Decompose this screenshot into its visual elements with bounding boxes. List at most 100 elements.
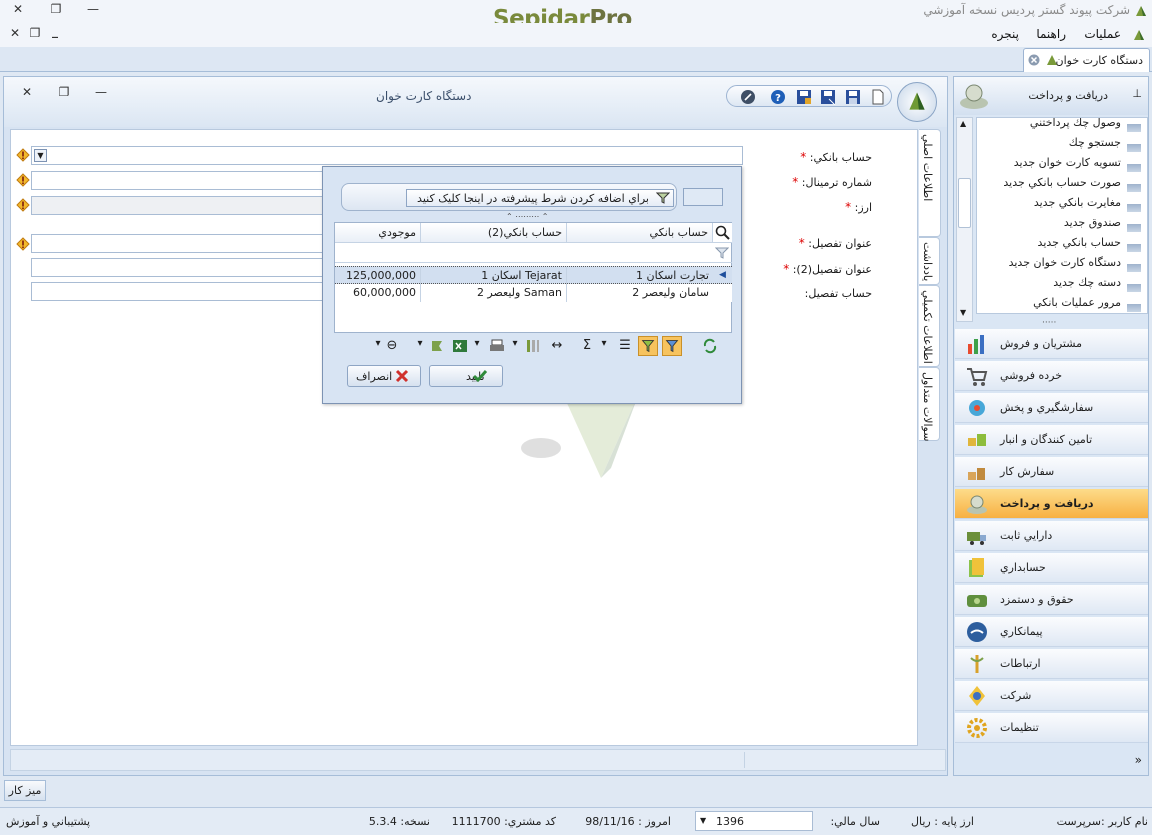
menu-window[interactable]: پنجره bbox=[991, 27, 1019, 41]
nav-sub-item[interactable]: دسته چك جديد bbox=[1053, 276, 1121, 289]
filter-value-box[interactable] bbox=[683, 188, 723, 206]
save-icon[interactable] bbox=[845, 89, 861, 105]
form-restore-button[interactable]: ❐ bbox=[53, 85, 75, 103]
auto-filter-icon[interactable] bbox=[662, 336, 682, 356]
sum-icon[interactable]: Σ bbox=[579, 338, 595, 354]
tab-card-reader[interactable]: دستگاه کارت خوان bbox=[1023, 48, 1150, 72]
clear-icon[interactable]: ⊖ bbox=[384, 338, 400, 354]
svg-text:?: ? bbox=[775, 93, 781, 104]
cancel-button[interactable]: انصراف bbox=[347, 365, 421, 387]
bookmark-icon[interactable] bbox=[429, 338, 445, 354]
menu-help[interactable]: راهنما bbox=[1036, 27, 1066, 41]
status-customer-code: کد مشتري: 1111700 bbox=[451, 815, 556, 828]
advanced-filter-button[interactable]: براي اضافه کردن شرط پيشرفته در اينجا کلي… bbox=[406, 189, 674, 207]
more-options-icon[interactable]: ▾ bbox=[412, 338, 428, 354]
payments-module-icon bbox=[960, 84, 988, 109]
nav-module-payments[interactable]: دريافت و پرداخت bbox=[955, 489, 1148, 519]
column-header-bank-account[interactable]: حساب بانکي bbox=[567, 223, 713, 243]
nav-module-contracting[interactable]: پيمانکاري bbox=[955, 617, 1148, 647]
nav-sub-item[interactable]: مرور عمليات بانكي bbox=[1033, 296, 1121, 309]
desktop-tab[interactable]: ميز کار bbox=[4, 780, 46, 801]
group-by-icon[interactable]: ☰ bbox=[617, 338, 633, 354]
splitter-handle[interactable]: ⌃ ⋯⋯⋯ ⌃ bbox=[506, 212, 549, 221]
nav-sub-item[interactable]: صندوق جديد bbox=[1064, 216, 1121, 229]
terminal-no-field[interactable] bbox=[31, 171, 331, 190]
dropdown-arrow-icon[interactable]: ▼ bbox=[34, 149, 47, 162]
gear-icon bbox=[967, 718, 987, 738]
scroll-thumb[interactable] bbox=[958, 178, 971, 228]
nav-sub-item[interactable]: دستگاه کارت خوان جديد bbox=[1009, 256, 1121, 269]
nav-module-work-order[interactable]: سفارش کار bbox=[955, 457, 1148, 487]
tab-extra-info[interactable]: اطلاعات تکميلي bbox=[919, 285, 940, 367]
table-row[interactable]: 125,000,000 Tejarat اسکان 1 تجارت اسکان … bbox=[335, 266, 732, 285]
nav-module-accounting[interactable]: حسابداري bbox=[955, 553, 1148, 583]
nav-module-payroll[interactable]: حقوق و دستمزد bbox=[955, 585, 1148, 615]
app-close-button[interactable]: ✕ bbox=[7, 2, 29, 20]
app-minimize-button[interactable]: — bbox=[82, 2, 104, 20]
grid-search-button[interactable] bbox=[713, 223, 732, 243]
column-chooser-icon[interactable] bbox=[525, 338, 541, 354]
filter-toggle-icon[interactable] bbox=[638, 336, 658, 356]
table-row[interactable]: 60,000,000 Saman وليعصر 2 سامان وليعصر 2 bbox=[335, 284, 732, 302]
nav-splitter[interactable]: ····· bbox=[1042, 318, 1056, 328]
detail-title2-field[interactable] bbox=[31, 258, 331, 277]
help-icon[interactable]: ? bbox=[770, 89, 786, 105]
status-base-currency: ارز پايه : ريال bbox=[911, 815, 974, 828]
detail-title-field[interactable] bbox=[31, 234, 331, 253]
tab-faq[interactable]: سوالات متداول bbox=[919, 367, 940, 441]
nav-scrollbar[interactable]: ▲ ▼ bbox=[956, 117, 973, 322]
excel-export-icon[interactable] bbox=[452, 338, 468, 354]
bank-account-field[interactable]: ▼ bbox=[31, 146, 743, 165]
tab-main-info[interactable]: اطلاعات اصلي bbox=[919, 129, 941, 237]
new-document-icon[interactable] bbox=[870, 89, 886, 105]
nav-sub-item[interactable]: جستجو چك bbox=[1069, 136, 1121, 149]
mdi-minimize-button[interactable]: _ bbox=[44, 24, 66, 42]
more-options-icon[interactable]: ▾ bbox=[507, 338, 523, 354]
nav-sub-item[interactable]: وصول چك پرداختني bbox=[1030, 118, 1121, 129]
menu-operations[interactable]: عمليات bbox=[1084, 27, 1121, 41]
nav-module-retail[interactable]: خرده فروشي bbox=[955, 361, 1148, 391]
form-minimize-button[interactable]: — bbox=[90, 85, 112, 103]
tab-notes[interactable]: يادداشت bbox=[919, 237, 940, 285]
pin-icon[interactable]: ⊥ bbox=[1132, 87, 1142, 100]
app-restore-button[interactable]: ❐ bbox=[45, 2, 67, 20]
currency-field[interactable] bbox=[31, 196, 331, 215]
nav-sub-item[interactable]: صورت حساب بانكي جديد bbox=[1003, 176, 1121, 189]
nav-sub-item[interactable]: تسويه كارت خوان جديد bbox=[1014, 156, 1121, 169]
refresh-icon[interactable] bbox=[702, 338, 718, 354]
column-header-bank-account2[interactable]: حساب بانکي(2) bbox=[421, 223, 567, 243]
status-fiscal-year-label: سال مالي: bbox=[830, 815, 880, 828]
more-options-icon[interactable]: ▾ bbox=[469, 338, 485, 354]
nav-module-fixed-assets[interactable]: دارايي ثابت bbox=[955, 521, 1148, 551]
nav-sub-item[interactable]: حساب بانکي جديد bbox=[1038, 236, 1121, 249]
save-new-icon[interactable] bbox=[820, 89, 836, 105]
nav-module-orders[interactable]: سفارشگيري و پخش bbox=[955, 393, 1148, 423]
nav-module-communications[interactable]: ارتباطات bbox=[955, 649, 1148, 679]
confirm-button[interactable]: تاييد bbox=[429, 365, 503, 387]
more-options-icon[interactable]: ▾ bbox=[596, 338, 612, 354]
fiscal-year-select[interactable]: 1396 ▼ bbox=[695, 811, 813, 831]
form-close-button[interactable]: ✕ bbox=[16, 85, 38, 103]
tools-icon[interactable] bbox=[740, 89, 756, 105]
nav-module-suppliers[interactable]: تامين کنندگان و انبار bbox=[955, 425, 1148, 455]
advanced-filter-box[interactable]: براي اضافه کردن شرط پيشرفته در اينجا کلي… bbox=[341, 183, 677, 211]
check-icon bbox=[472, 370, 488, 383]
nav-expand-chevron-icon[interactable]: » bbox=[1135, 753, 1142, 767]
save-close-icon[interactable] bbox=[796, 89, 812, 105]
status-version: نسخه: 5.3.4 bbox=[368, 815, 430, 828]
nav-module-settings[interactable]: تنظيمات bbox=[955, 713, 1148, 743]
nav-module-company[interactable]: شرکت bbox=[955, 681, 1148, 711]
fit-columns-icon[interactable]: ↔ bbox=[549, 338, 565, 354]
tab-close-icon[interactable] bbox=[1028, 54, 1040, 66]
scroll-down-icon[interactable]: ▼ bbox=[960, 308, 966, 317]
mdi-close-button[interactable]: ✕ bbox=[4, 26, 26, 44]
column-header-balance[interactable]: موجودي bbox=[335, 223, 421, 243]
nav-module-sales[interactable]: مشتريان و فروش bbox=[955, 329, 1148, 359]
grid-filter-row[interactable] bbox=[335, 243, 732, 263]
scroll-up-icon[interactable]: ▲ bbox=[960, 119, 966, 128]
mdi-restore-button[interactable]: ❐ bbox=[24, 26, 46, 44]
print-icon[interactable] bbox=[489, 338, 505, 354]
support-link[interactable]: پشتيباني و آموزش bbox=[6, 815, 90, 828]
nav-sub-item[interactable]: مغايرت بانکي جديد bbox=[1034, 196, 1121, 209]
detail-account-field[interactable] bbox=[31, 282, 331, 301]
